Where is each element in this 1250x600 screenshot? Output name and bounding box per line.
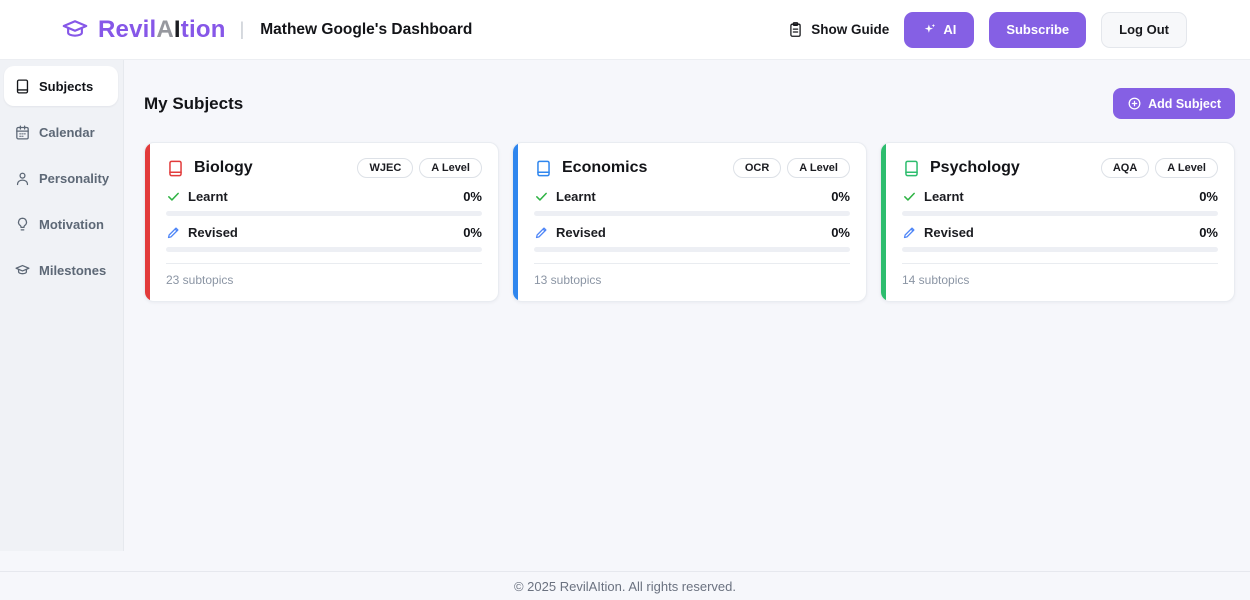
revised-percentage: 0%: [1199, 225, 1218, 240]
graduation-cap-icon: [14, 262, 31, 279]
sidebar-item-milestones[interactable]: Milestones: [4, 250, 118, 290]
subject-name: Economics: [562, 159, 648, 176]
subtopics-count: 23 subtopics: [166, 273, 234, 287]
page-footer: © 2025 RevilAItion. All rights reserved.: [0, 571, 1250, 600]
clipboard-icon: [787, 21, 804, 38]
subject-name: Psychology: [930, 159, 1020, 176]
sidebar-item-motivation[interactable]: Motivation: [4, 204, 118, 244]
level-badge: A Level: [419, 158, 482, 178]
exam-board-badge: OCR: [732, 158, 782, 178]
revised-percentage: 0%: [463, 225, 482, 240]
sidebar-item-label: Subjects: [39, 78, 94, 94]
header-actions: Show Guide AI Subscribe Log Out: [787, 11, 1187, 48]
level-badge: A Level: [1155, 158, 1218, 178]
calendar-icon: [14, 124, 31, 141]
content-area: Subjects Calendar Personality Motivation…: [0, 60, 1250, 571]
revised-progress-bar: [902, 247, 1218, 252]
level-badge: A Level: [787, 158, 850, 178]
top-header: RevilAItion | Mathew Google's Dashboard …: [0, 0, 1250, 60]
book-icon: [166, 159, 185, 178]
add-subject-button[interactable]: Add Subject: [1113, 88, 1235, 119]
learnt-label: Learnt: [924, 189, 964, 204]
check-icon: [166, 189, 181, 204]
sidebar-item-label: Personality: [39, 170, 110, 186]
ai-button-label: AI: [943, 22, 957, 37]
learnt-label: Learnt: [556, 189, 596, 204]
card-divider: [902, 263, 1218, 264]
subtopics-count: 13 subtopics: [534, 273, 602, 287]
card-divider: [166, 263, 482, 264]
lightbulb-icon: [14, 216, 31, 233]
learnt-progress-bar: [902, 211, 1218, 216]
ai-button[interactable]: AI: [904, 11, 975, 48]
add-subject-label: Add Subject: [1148, 96, 1221, 111]
book-icon: [534, 159, 553, 178]
check-icon: [534, 189, 549, 204]
subject-card-biology[interactable]: Biology WJEC A Level Learnt 0% Revised 0…: [144, 142, 499, 302]
sidebar-item-personality[interactable]: Personality: [4, 158, 118, 198]
main-panel: My Subjects Add Subject Biology WJEC A L…: [124, 60, 1250, 571]
sidebar-item-label: Calendar: [39, 124, 95, 140]
pen-icon: [534, 225, 549, 240]
learnt-percentage: 0%: [463, 189, 482, 204]
person-icon: [14, 170, 31, 187]
exam-board-badge: WJEC: [357, 158, 414, 178]
revised-label: Revised: [924, 225, 974, 240]
pen-icon: [166, 225, 181, 240]
learnt-percentage: 0%: [1199, 189, 1218, 204]
copyright-text: © 2025 RevilAItion. All rights reserved.: [513, 578, 736, 594]
subscribe-button[interactable]: Subscribe: [989, 11, 1087, 48]
brand-logo[interactable]: RevilAItion: [60, 15, 226, 45]
card-divider: [534, 263, 850, 264]
learnt-percentage: 0%: [831, 189, 850, 204]
exam-board-badge: AQA: [1100, 158, 1150, 178]
book-icon: [14, 78, 31, 95]
dashboard-title: Mathew Google's Dashboard: [260, 20, 473, 38]
revised-percentage: 0%: [831, 225, 850, 240]
learnt-progress-bar: [534, 211, 850, 216]
revised-progress-bar: [534, 247, 850, 252]
show-guide-label: Show Guide: [811, 22, 890, 37]
subtopics-count: 14 subtopics: [902, 273, 970, 287]
pen-icon: [902, 225, 917, 240]
header-divider: |: [239, 19, 245, 39]
page-title: My Subjects: [144, 93, 244, 113]
learnt-label: Learnt: [188, 189, 228, 204]
revised-label: Revised: [556, 225, 606, 240]
revised-label: Revised: [188, 225, 238, 240]
sidebar-item-label: Milestones: [39, 262, 107, 278]
sidebar-nav: Subjects Calendar Personality Motivation…: [0, 60, 124, 551]
subject-cards: Biology WJEC A Level Learnt 0% Revised 0…: [144, 142, 1235, 302]
subject-card-psychology[interactable]: Psychology AQA A Level Learnt 0% Revised…: [880, 142, 1235, 302]
sidebar-item-label: Motivation: [39, 216, 104, 232]
sparkle-icon: [922, 22, 937, 37]
show-guide-button[interactable]: Show Guide: [787, 21, 889, 38]
logout-button[interactable]: Log Out: [1101, 11, 1187, 48]
book-icon: [902, 159, 921, 178]
brand-name: RevilAItion: [98, 15, 226, 43]
revised-progress-bar: [166, 247, 482, 252]
plus-circle-icon: [1127, 96, 1142, 111]
check-icon: [902, 189, 917, 204]
sidebar-item-subjects[interactable]: Subjects: [4, 66, 118, 106]
subject-card-economics[interactable]: Economics OCR A Level Learnt 0% Revised …: [512, 142, 867, 302]
subject-name: Biology: [194, 159, 253, 176]
sidebar-item-calendar[interactable]: Calendar: [4, 112, 118, 152]
learnt-progress-bar: [166, 211, 482, 216]
graduation-cap-icon: [60, 15, 90, 45]
